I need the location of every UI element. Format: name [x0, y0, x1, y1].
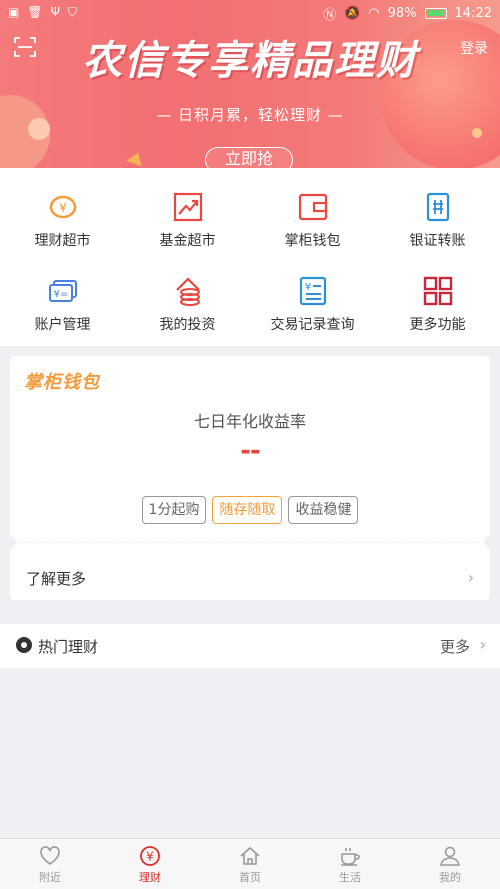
grid-item-label: 账户管理 [34, 317, 91, 333]
home-icon [240, 846, 260, 865]
nfc-icon: Ⓝ [323, 8, 337, 23]
svg-text:¥=: ¥= [53, 289, 68, 300]
card-notch [4, 536, 16, 548]
divider [20, 542, 480, 543]
piggy-bank-icon: ¥ [49, 195, 76, 219]
login-button[interactable]: 登录 [460, 38, 488, 58]
grid-item-more-functions[interactable]: 更多功能 [375, 276, 500, 356]
tab-home[interactable]: 首页 [200, 839, 300, 889]
grid-item-label: 掌柜钱包 [284, 233, 341, 249]
grid-item-label: 更多功能 [409, 317, 466, 333]
yield-rate-value: -- [240, 436, 261, 466]
notify-icon: ▣ [8, 5, 20, 19]
coins-icon [175, 277, 200, 306]
tab-label: 首页 [239, 871, 261, 884]
user-icon [440, 846, 460, 866]
feature-tag: 收益稳健 [288, 496, 359, 524]
scan-icon[interactable] [14, 36, 36, 58]
function-grid: ¥ 理财超市 基金超市 掌柜钱包 银证转账 ¥= 账户管理 我的投资 ¥ 交易记… [0, 168, 500, 346]
grid-item-account-management[interactable]: ¥= 账户管理 [0, 276, 125, 356]
grid-item-bank-securities-transfer[interactable]: 银证转账 [375, 192, 500, 272]
grid-item-wallet[interactable]: 掌柜钱包 [250, 192, 375, 272]
svg-text:¥: ¥ [304, 282, 310, 293]
grid-item-my-investment[interactable]: 我的投资 [125, 276, 250, 356]
grid-item-label: 我的投资 [159, 317, 216, 333]
decor-circle [28, 118, 50, 140]
wallet-logo: 掌柜钱包 [24, 372, 100, 393]
trend-chart-icon [173, 192, 202, 222]
yuan-icon: ¥ [140, 846, 160, 866]
record-icon: ¥ [299, 276, 326, 306]
banner-subtitle: — 日积月累，轻松理财 — [156, 106, 344, 124]
trash-icon: 🗑 [27, 5, 43, 19]
card-notch [484, 536, 496, 548]
decor-triangle [126, 149, 146, 167]
grid-item-label: 银证转账 [409, 233, 466, 249]
decor-dot [472, 128, 482, 138]
tab-label: 生活 [339, 871, 361, 884]
clock: 14:22 [454, 6, 492, 21]
feature-tag: 1分起购 [141, 496, 207, 524]
hot-icon [16, 637, 32, 653]
grid-item-label: 基金超市 [159, 233, 216, 249]
wifi-icon: ◠ [368, 6, 380, 21]
more-link[interactable]: 更多 [440, 636, 470, 657]
grid-item-label: 交易记录查询 [270, 317, 355, 333]
usb-icon: Ψ [50, 5, 61, 19]
wallet-icon [298, 193, 327, 221]
grid-item-label: 理财超市 [34, 233, 91, 249]
buy-now-button[interactable]: 立即抢 [205, 147, 293, 168]
feature-tags: 1分起购 随存随取 收益稳健 [10, 496, 490, 524]
learn-more-link[interactable]: 了解更多 [26, 568, 86, 589]
chevron-right-icon: › [467, 568, 474, 587]
svg-text:¥: ¥ [146, 850, 154, 864]
feature-tag-highlight: 随存随取 [212, 496, 283, 524]
svg-text:¥: ¥ [59, 201, 67, 215]
grid-item-transaction-records[interactable]: ¥ 交易记录查询 [250, 276, 375, 356]
heart-icon [40, 846, 60, 865]
bottom-tab-bar: 附近 ¥ 理财 首页 生活 我的 [0, 838, 500, 889]
tab-mine[interactable]: 我的 [400, 839, 500, 889]
grid-icon [423, 276, 452, 306]
wallet-card[interactable]: 掌柜钱包 七日年化收益率 -- 1分起购 随存随取 收益稳健 了解更多 › [4, 356, 496, 600]
tab-nearby[interactable]: 附近 [0, 839, 100, 889]
status-bar: ▣ 🗑 Ψ ⛉ Ⓝ 🔕 ◠ 98% 14:22 [0, 0, 500, 26]
battery-icon [424, 8, 447, 19]
card-icon: ¥= [48, 280, 77, 302]
chevron-right-icon: › [479, 635, 486, 654]
tab-label: 理财 [139, 871, 161, 884]
yield-rate-label: 七日年化收益率 [193, 412, 306, 431]
battery-percent: 98% [387, 6, 417, 21]
promo-banner[interactable]: ▣ 🗑 Ψ ⛉ Ⓝ 🔕 ◠ 98% 14:22 登录 农信专享精品理财 — 日积… [0, 0, 500, 168]
mute-icon: 🔕 [344, 6, 361, 21]
grid-item-wealth-market[interactable]: ¥ 理财超市 [0, 192, 125, 272]
hot-products-title: 热门理财 [38, 638, 99, 656]
grid-item-fund-market[interactable]: 基金超市 [125, 192, 250, 272]
coffee-icon [341, 848, 360, 866]
tab-life[interactable]: 生活 [300, 839, 400, 889]
tab-label: 附近 [39, 871, 61, 884]
shield-icon: ⛉ [68, 5, 78, 19]
transfer-ticket-icon [426, 192, 449, 222]
banner-title: 农信专享精品理财 [82, 38, 418, 84]
tab-label: 我的 [439, 871, 461, 884]
tab-wealth[interactable]: ¥ 理财 [100, 839, 200, 889]
hot-products-header: 热门理财 更多 › [0, 624, 500, 668]
